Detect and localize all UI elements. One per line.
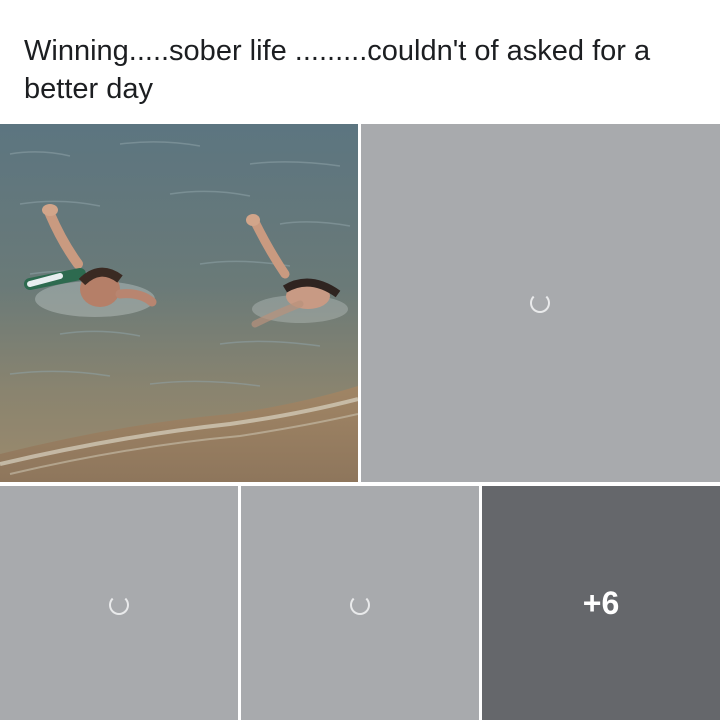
- more-photos-count: +6: [582, 584, 620, 621]
- loading-spinner-icon: [109, 595, 129, 615]
- photo-tile-2[interactable]: [361, 124, 720, 482]
- photo-tile-1[interactable]: [0, 124, 358, 482]
- photo-tile-more[interactable]: +6: [482, 486, 720, 720]
- photo-tile-4[interactable]: [241, 486, 479, 720]
- loading-spinner-icon: [530, 293, 550, 313]
- loading-spinner-icon: [350, 595, 370, 615]
- photo-tile-3[interactable]: [0, 486, 238, 720]
- beach-swimmers-photo: [0, 124, 358, 482]
- post-caption: Winning.....sober life .........couldn't…: [24, 35, 651, 105]
- photo-grid: +6: [0, 124, 720, 720]
